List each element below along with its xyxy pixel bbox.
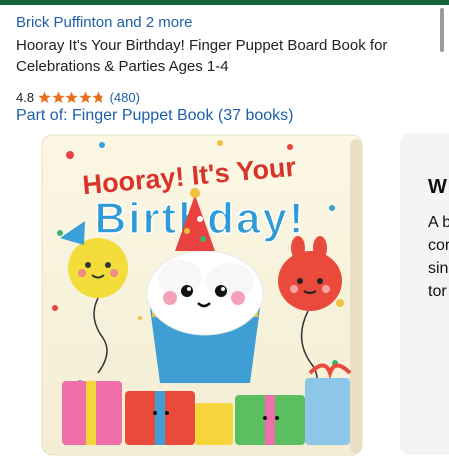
star-icon xyxy=(65,91,78,103)
star-rating xyxy=(38,91,106,104)
series-link[interactable]: Part of: Finger Puppet Book (37 books) xyxy=(16,107,293,125)
product-title: Hooray It's Your Birthday! Finger Puppet… xyxy=(16,37,388,75)
author-link[interactable]: Brick Puffinton and 2 more xyxy=(16,14,192,31)
side-card-line: tor xyxy=(428,283,447,300)
book-spine-edge xyxy=(350,139,362,453)
scrollbar-thumb[interactable] xyxy=(440,8,444,52)
rating-row[interactable]: 4.8 (480) xyxy=(16,88,140,106)
side-card-line: sin xyxy=(428,260,449,277)
star-icon xyxy=(52,91,65,103)
book-cover-art: Hooray! It's Your Birthday! xyxy=(41,134,363,456)
review-count-link[interactable]: (480) xyxy=(110,90,140,105)
side-card-line: cor xyxy=(428,237,449,254)
top-accent-bar xyxy=(0,0,449,5)
rating-value: 4.8 xyxy=(16,89,35,105)
star-icon xyxy=(79,91,92,103)
side-card-text: A b cor sin tor xyxy=(428,211,449,303)
book-cover-image[interactable]: Hooray! It's Your Birthday! xyxy=(40,133,364,458)
star-icon xyxy=(38,91,51,103)
side-card-heading: W xyxy=(428,176,447,198)
side-card-line: A b xyxy=(428,214,449,231)
star-half-icon xyxy=(92,91,105,103)
